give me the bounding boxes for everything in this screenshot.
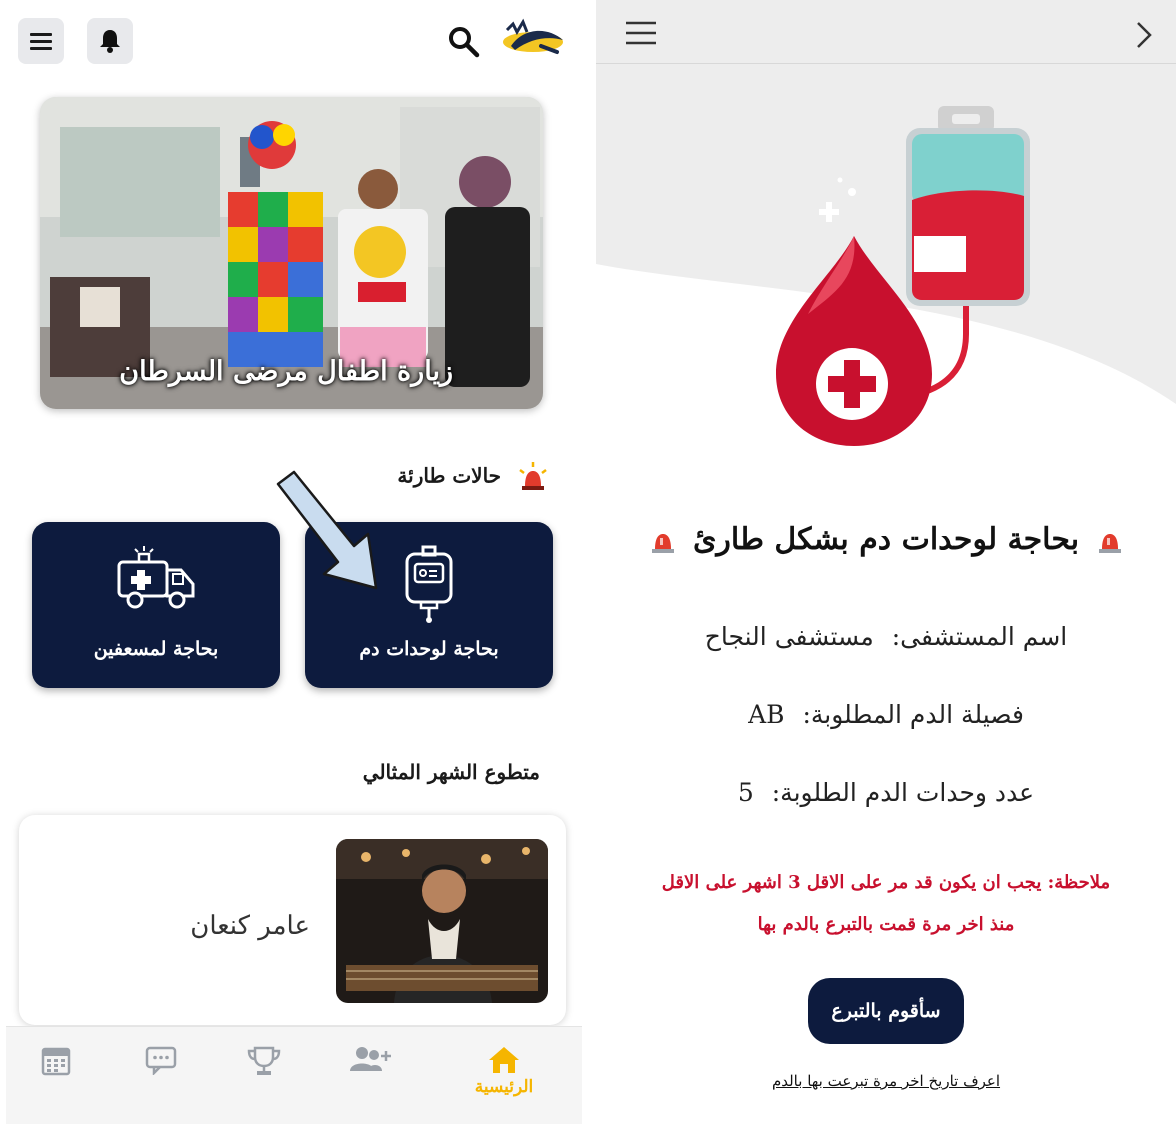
eligibility-note: ملاحظة: يجب ان يكون قد مر على الاقل 3 اش… (626, 862, 1146, 946)
bottom-navigation: الرئيسية (6, 1026, 582, 1124)
paramedics-card[interactable]: بحاجة لمسعفين (32, 522, 280, 688)
hamburger-icon (626, 21, 656, 45)
search-button[interactable] (446, 24, 482, 64)
donate-button[interactable]: سأقوم بالتبرع (808, 978, 964, 1044)
request-title: بحاجة لوحدات دم بشكل طارئ (596, 522, 1176, 557)
trophy-icon (247, 1046, 281, 1075)
blood-request-screen: بحاجة لوحدات دم بشكل طارئ اسم المستشفى: … (596, 0, 1176, 1124)
units-count-label: عدد وحدات الدم الطلوبة: (771, 778, 1035, 807)
emergency-heading: حالات طارئة (397, 460, 550, 494)
nav-home[interactable]: الرئيسية (454, 1027, 554, 1124)
annotation-arrow (276, 470, 378, 590)
ambulance-icon (117, 546, 195, 609)
volunteer-heading: متطوع الشهر المثالي (362, 760, 540, 784)
app-logo (497, 16, 567, 68)
notifications-button[interactable] (87, 18, 133, 64)
emergency-heading-label: حالات طارئة (397, 463, 502, 488)
bell-icon (100, 30, 120, 53)
blood-bag-icon (405, 545, 453, 623)
volunteer-photo-image (336, 839, 548, 1003)
last-donation-link[interactable]: اعرف تاريخ اخر مرة تبرعت بها بالدم (596, 1072, 1176, 1090)
menu-button[interactable] (624, 20, 658, 50)
calendar-icon (41, 1047, 71, 1076)
nav-add-user[interactable] (320, 1027, 420, 1124)
forward-button[interactable] (1134, 20, 1154, 54)
nav-home-label: الرئيسية (474, 1077, 534, 1097)
top-bar (596, 0, 1176, 64)
nav-trophy[interactable] (214, 1027, 314, 1124)
units-count-value: 5 (737, 778, 754, 807)
eligibility-note-line1: ملاحظة: يجب ان يكون قد مر على الاقل 3 اش… (661, 872, 1111, 893)
volunteer-name: عامر كنعان (190, 911, 310, 941)
eligibility-note-line2: منذ اخر مرة قمت بالتبرع بالدم بها (757, 914, 1015, 935)
blood-type-value: AB (748, 700, 785, 729)
hospital-name-label: اسم المستشفى: (891, 622, 1068, 651)
blood-donation-illustration (596, 64, 1176, 446)
volunteer-photo (336, 839, 548, 1003)
home-screen: زيارة اطفال مرضى السرطان حالات طارئة بحا… (0, 0, 586, 1124)
app-logo-icon (503, 18, 563, 54)
siren-icon (651, 534, 674, 553)
nav-calendar[interactable] (6, 1027, 106, 1124)
blood-units-card-label: بحاجة لوحدات دم (359, 638, 499, 660)
paramedics-card-label: بحاجة لمسعفين (93, 638, 219, 660)
chevron-right-icon (1137, 22, 1152, 48)
siren-icon (519, 462, 547, 490)
news-banner[interactable]: زيارة اطفال مرضى السرطان (40, 97, 543, 409)
blood-type-label: فصيلة الدم المطلوبة: (802, 700, 1024, 729)
search-icon (449, 27, 480, 58)
screen-divider (586, 0, 596, 1124)
nav-chat[interactable] (111, 1027, 211, 1124)
siren-icon (1098, 534, 1121, 553)
request-title-text: بحاجة لوحدات دم بشكل طارئ (692, 522, 1080, 557)
hamburger-icon (30, 33, 52, 50)
hospital-name-row: اسم المستشفى: مستشفى النجاح (596, 622, 1176, 651)
home-icon (489, 1047, 519, 1073)
banner-caption: زيارة اطفال مرضى السرطان (119, 356, 453, 387)
hospital-name-value: مستشفى النجاح (704, 622, 874, 651)
chat-icon (145, 1046, 177, 1075)
volunteer-card[interactable]: عامر كنعان (19, 815, 566, 1025)
menu-button[interactable] (18, 18, 64, 64)
add-user-icon (350, 1047, 391, 1071)
units-count-row: عدد وحدات الدم الطلوبة: 5 (596, 778, 1176, 807)
blood-type-row: فصيلة الدم المطلوبة: AB (596, 700, 1176, 729)
